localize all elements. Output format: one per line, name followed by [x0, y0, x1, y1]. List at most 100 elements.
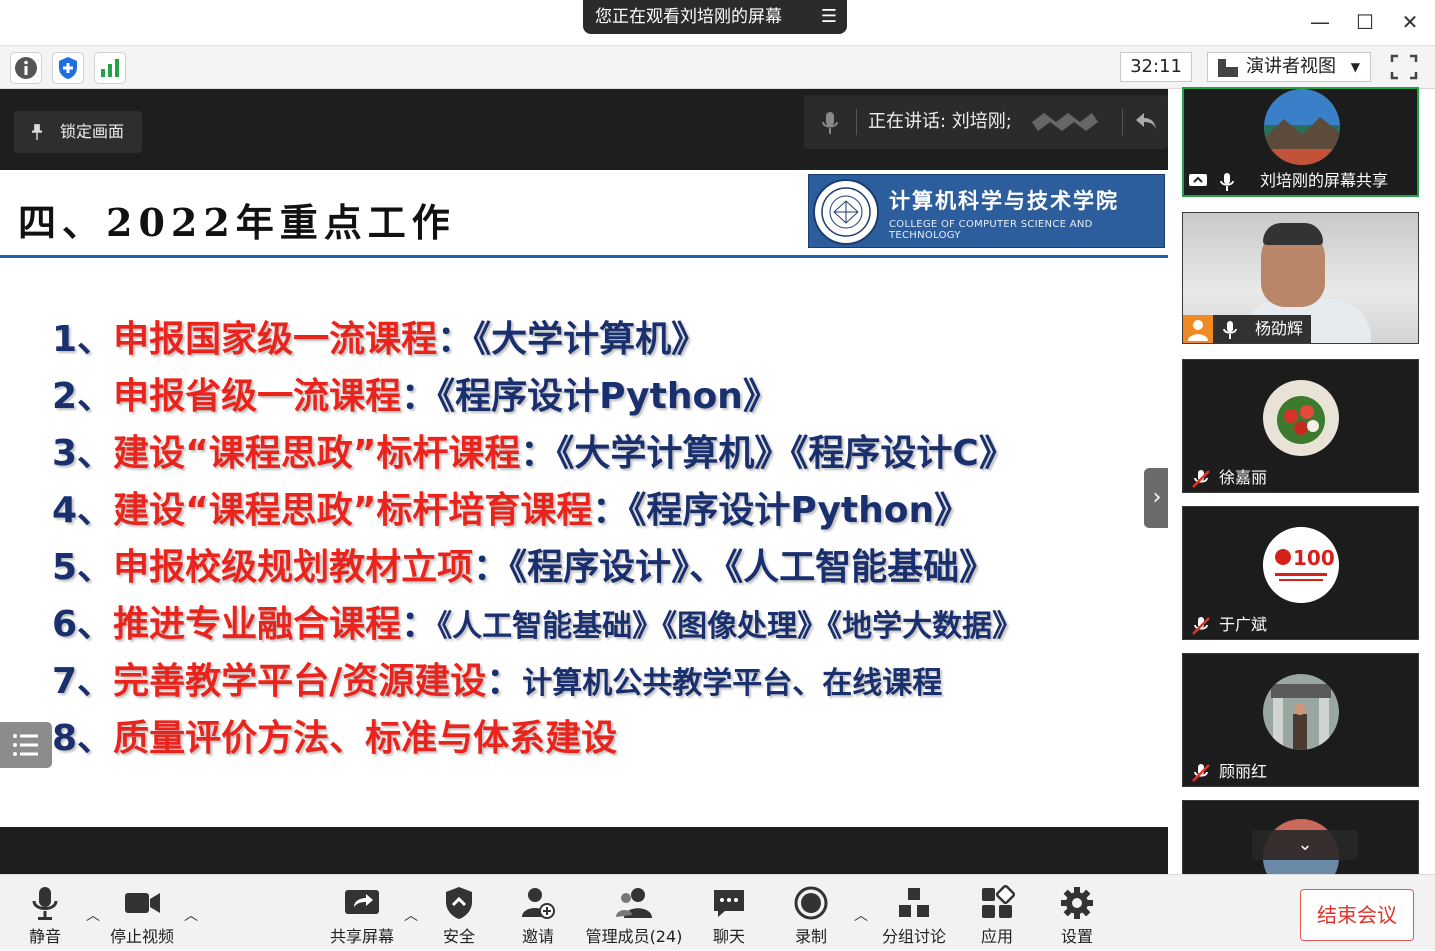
- participant-label: 杨劭辉: [1183, 315, 1312, 343]
- apps-button[interactable]: 应用: [970, 875, 1024, 951]
- microphone-icon: [1220, 173, 1234, 191]
- record-options-chevron-icon[interactable]: ︿: [853, 905, 869, 924]
- maximize-icon[interactable]: ☐: [1350, 8, 1380, 36]
- participant-gallery[interactable]: 刘培刚的屏幕共享 杨劭辉 徐嘉丽 100 于广斌 顾丽红: [1168, 87, 1435, 880]
- mute-options-chevron-icon[interactable]: ︿: [85, 905, 101, 924]
- lock-screen-button[interactable]: 锁定画面: [14, 111, 142, 153]
- college-seal: [813, 179, 879, 245]
- info-icon[interactable]: [10, 52, 42, 84]
- participant-name: 顾丽红: [1219, 762, 1268, 781]
- speaker-indicator: 正在讲话: 刘培刚;: [804, 95, 1168, 149]
- view-mode-select[interactable]: 演讲者视图 ▼: [1207, 52, 1371, 82]
- apps-grid-icon: [982, 885, 1015, 918]
- avatar: [1263, 380, 1339, 456]
- share-screen-icon: [345, 890, 379, 914]
- video-camera-icon: [125, 893, 160, 913]
- participant-tile-yu[interactable]: 100 于广斌: [1182, 506, 1419, 640]
- participants-icon: [616, 888, 652, 918]
- participant-tile-yang[interactable]: 杨劭辉: [1182, 212, 1419, 344]
- meeting-timer: 32:11: [1120, 52, 1192, 82]
- security-button[interactable]: 安全: [432, 875, 486, 951]
- mute-button[interactable]: 静音: [18, 875, 72, 951]
- outline-list-icon[interactable]: [0, 722, 52, 768]
- avatar: 100: [1263, 527, 1339, 603]
- participant-name: 徐嘉丽: [1219, 468, 1268, 487]
- speaking-status: 正在讲话: 刘培刚;: [868, 111, 1012, 132]
- meeting-controls-bar: 静音 ︿ 停止视频 ︿ 共享屏幕 ︿ 安全 邀请 管理成员(24) 聊天 录制 …: [0, 874, 1435, 950]
- settings-button[interactable]: 设置: [1050, 875, 1104, 951]
- shield-icon: [446, 887, 472, 919]
- muted-mic-icon: [1192, 617, 1210, 635]
- slide-item: 7、完善教学平台/资源建设：计算机公共教学平台、在线课程: [52, 661, 943, 702]
- participant-name: 刘培刚的屏幕共享: [1260, 171, 1389, 190]
- window-title-bar: 您正在观看刘培刚的屏幕 ☰ — ☐ ✕: [0, 0, 1435, 45]
- slide-item: 6、推进专业融合课程：《人工智能基础》《图像处理》《地学大数据》: [52, 604, 1023, 645]
- slide-item: 8、质量评价方法、标准与体系建设: [52, 718, 618, 759]
- chat-button[interactable]: 聊天: [702, 875, 756, 951]
- microphone-icon: [822, 112, 838, 134]
- stop-video-button[interactable]: 停止视频: [104, 875, 180, 951]
- breakout-rooms-icon: [899, 888, 929, 917]
- fullscreen-icon[interactable]: [1388, 52, 1420, 82]
- chevron-right-icon[interactable]: ›: [1144, 468, 1170, 528]
- title-divider: [0, 255, 1168, 258]
- share-options-chevron-icon[interactable]: ︿: [403, 905, 419, 924]
- college-name-en: COLLEGE OF COMPUTER SCIENCE AND TECHNOLO…: [889, 219, 1093, 241]
- host-user-icon: [1183, 315, 1213, 343]
- record-icon: [794, 886, 828, 920]
- participant-label: 于广斌: [1183, 611, 1276, 639]
- meeting-toolbar: 32:11 演讲者视图 ▼: [0, 45, 1435, 89]
- signal-strength-icon[interactable]: [94, 52, 126, 84]
- invite-button[interactable]: 邀请: [510, 875, 566, 951]
- gear-icon: [1061, 887, 1093, 919]
- lock-screen-label: 锁定画面: [60, 122, 125, 141]
- speaker-view-icon: [1218, 59, 1238, 77]
- muted-mic-icon: [1192, 470, 1210, 488]
- security-shield-icon[interactable]: [52, 52, 84, 84]
- share-notice-text: 您正在观看刘培刚的屏幕: [595, 7, 782, 27]
- participant-label: 刘培刚的屏幕共享: [1184, 167, 1397, 195]
- breakout-rooms-button[interactable]: 分组讨论: [876, 875, 952, 951]
- slide-item: 5、申报校级规划教材立项：《程序设计》、《人工智能基础》: [52, 547, 996, 588]
- pin-icon: [32, 124, 42, 140]
- view-mode-label: 演讲者视图: [1246, 56, 1336, 77]
- participant-tile-xu[interactable]: 徐嘉丽: [1182, 359, 1419, 493]
- slide-item: 1、申报国家级一流课程：《大学计算机》: [52, 319, 708, 360]
- video-options-chevron-icon[interactable]: ︿: [183, 905, 199, 924]
- muted-mic-icon: [1192, 764, 1210, 782]
- slide-title: 四、2022年重点工作: [18, 200, 456, 245]
- participant-name: 杨劭辉: [1255, 319, 1304, 338]
- share-notice-pill[interactable]: 您正在观看刘培刚的屏幕 ☰: [583, 0, 847, 34]
- microphone-icon: [1223, 321, 1237, 339]
- close-icon[interactable]: ✕: [1395, 8, 1425, 36]
- share-menu-icon[interactable]: ☰: [821, 0, 837, 34]
- college-name-cn: 计算机科学与技术学院: [889, 188, 1119, 213]
- participant-name: 于广斌: [1219, 615, 1268, 634]
- participant-tile-gu[interactable]: 顾丽红: [1182, 653, 1419, 787]
- participant-label: 顾丽红: [1183, 758, 1276, 786]
- avatar: [1263, 674, 1339, 750]
- slide-item: 2、申报省级一流课程：《程序设计Python》: [52, 376, 779, 417]
- svg-text:100: 100: [1293, 546, 1335, 570]
- slide-item: 4、建设“课程思政”标杆培育课程：《程序设计Python》: [52, 490, 971, 531]
- slide-bullet-list: 1、申报国家级一流课程：《大学计算机》 2、申报省级一流课程：《程序设计Pyth…: [52, 310, 1022, 766]
- record-button[interactable]: 录制: [784, 875, 838, 951]
- college-logo: 计算机科学与技术学院 COLLEGE OF COMPUTER SCIENCE A…: [808, 174, 1165, 248]
- share-screen-button[interactable]: 共享屏幕: [326, 875, 398, 951]
- avatar: [1264, 89, 1340, 165]
- scroll-down-chevron-icon[interactable]: ⌄: [1252, 830, 1358, 860]
- manage-members-button[interactable]: 管理成员(24): [584, 875, 684, 951]
- blurred-names: [1032, 113, 1098, 131]
- add-user-icon: [522, 888, 555, 919]
- reply-arrow-icon[interactable]: [1134, 109, 1158, 133]
- slide-item: 3、建设“课程思政”标杆课程：《大学计算机》《程序设计C》: [52, 433, 1015, 474]
- participant-tile-screen-share[interactable]: 刘培刚的屏幕共享: [1182, 87, 1419, 197]
- minimize-icon[interactable]: —: [1305, 8, 1335, 36]
- participant-label: 徐嘉丽: [1183, 464, 1276, 492]
- microphone-icon: [32, 887, 58, 920]
- chat-bubble-icon: [714, 890, 744, 917]
- chevron-down-icon: ▼: [1350, 60, 1360, 74]
- end-meeting-button[interactable]: 结束会议: [1300, 889, 1414, 941]
- presentation-slide: 四、2022年重点工作 计算机科学与技术学院 COLLEGE OF COMPUT…: [0, 170, 1168, 827]
- share-area-bottom: [0, 827, 1168, 874]
